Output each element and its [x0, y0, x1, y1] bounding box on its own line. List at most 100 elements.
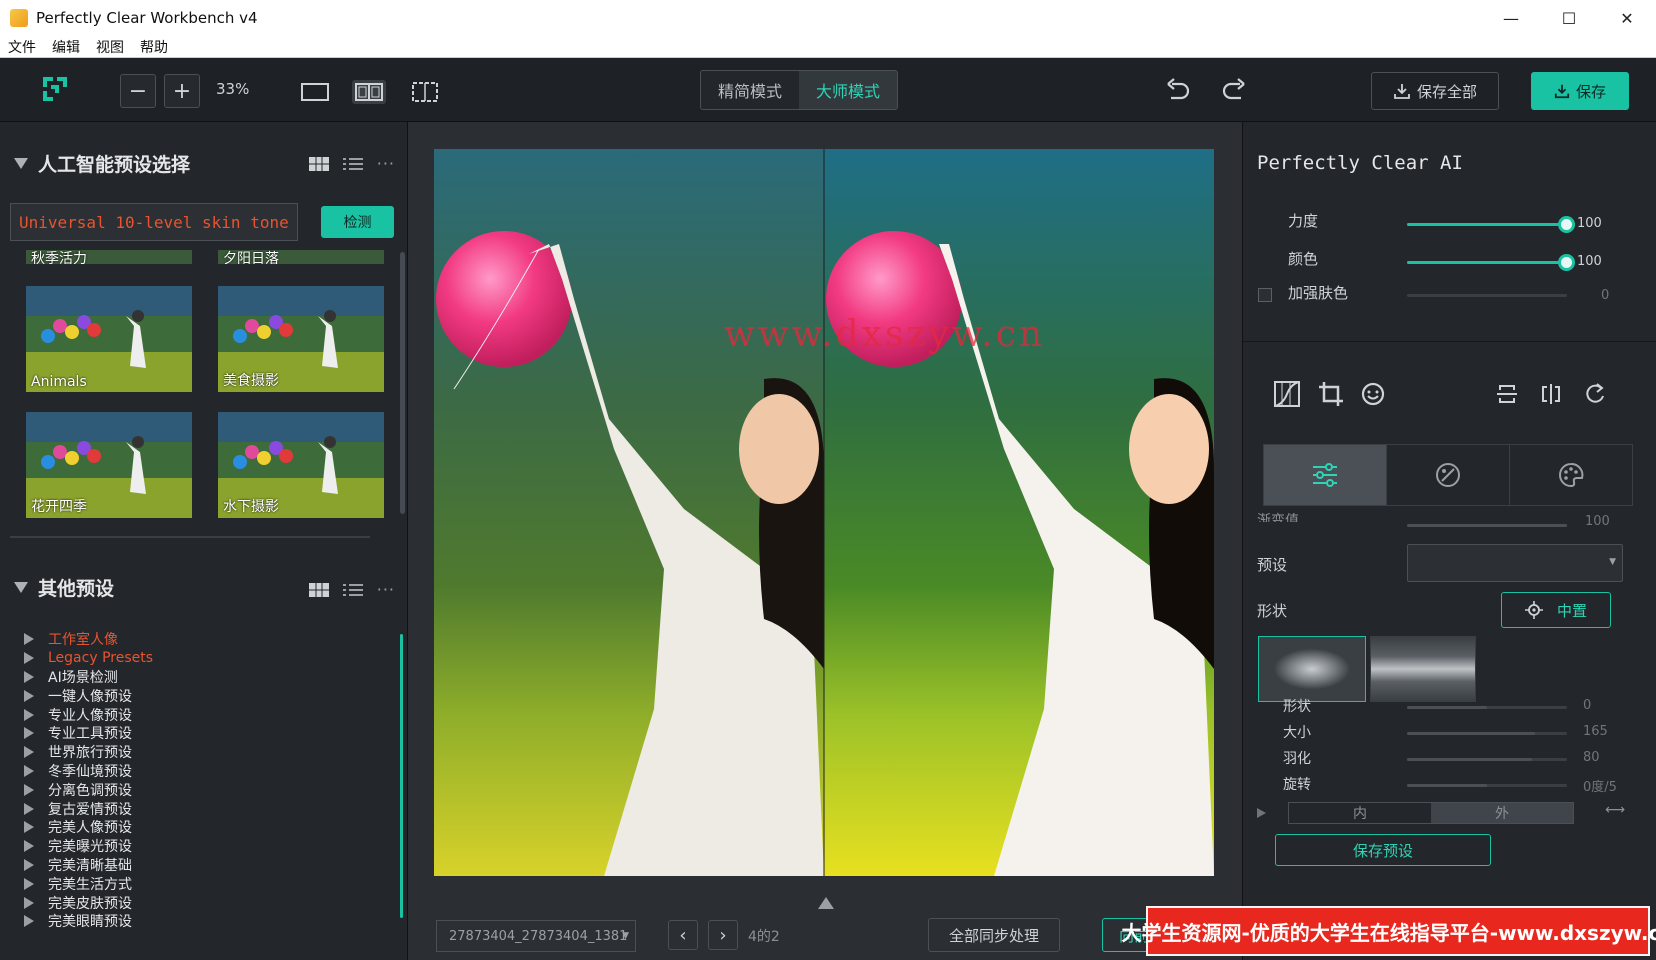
menu-edit[interactable]: 编辑: [44, 37, 88, 57]
expand-triangle-icon[interactable]: [24, 802, 34, 815]
expand-triangle-icon[interactable]: [24, 877, 34, 890]
close-button[interactable]: ✕: [1598, 0, 1656, 36]
preset-list-item[interactable]: 分离色调预设: [24, 780, 384, 799]
expand-triangle-icon[interactable]: [24, 896, 34, 909]
preset-thumbnail-animals[interactable]: Animals: [26, 286, 192, 392]
face-icon[interactable]: [1359, 380, 1387, 408]
expand-triangle-icon[interactable]: [24, 783, 34, 796]
expand-triangle-icon[interactable]: [24, 840, 34, 853]
collapse-filmstrip-icon[interactable]: [818, 897, 834, 909]
curves-icon[interactable]: [1273, 380, 1301, 408]
expand-triangle-icon[interactable]: [24, 858, 34, 871]
simple-mode-button[interactable]: 精简模式: [701, 71, 799, 109]
preset-thumbnail-underwater[interactable]: 水下摄影: [218, 412, 384, 518]
zoom-in-button[interactable]: +: [164, 74, 200, 108]
rotate-icon[interactable]: [1581, 380, 1609, 408]
linear-shape-option[interactable]: [1370, 636, 1476, 702]
preset-list-item[interactable]: 专业人像预设: [24, 705, 384, 724]
collapse-triangle-icon[interactable]: [14, 582, 28, 593]
center-button[interactable]: 中置: [1501, 592, 1611, 628]
expand-triangle-icon[interactable]: [1257, 808, 1266, 818]
master-mode-button[interactable]: 大师模式: [799, 71, 897, 109]
shape-slider[interactable]: [1407, 732, 1567, 735]
preset-thumbnail-food[interactable]: 美食摄影: [218, 286, 384, 392]
preset-thumbnail[interactable]: 夕阳日落: [218, 250, 384, 264]
preset-list-item[interactable]: 一键人像预设: [24, 686, 384, 705]
crop-view-icon[interactable]: [408, 80, 442, 104]
preset-list-item[interactable]: 完美人像预设: [24, 818, 384, 837]
expand-triangle-icon[interactable]: [24, 915, 34, 928]
expand-triangle-icon[interactable]: [24, 764, 34, 777]
other-preset-section-header[interactable]: 其他预设: [14, 574, 114, 601]
tab-adjust[interactable]: [1264, 445, 1387, 505]
tab-palette[interactable]: [1510, 445, 1632, 505]
list-view-icon[interactable]: [342, 583, 363, 597]
detect-button[interactable]: 检测: [321, 206, 394, 238]
preset-thumbnail-seasons[interactable]: 花开四季: [26, 412, 192, 518]
save-all-button[interactable]: 保存全部: [1371, 72, 1499, 110]
save-preset-button[interactable]: 保存预设: [1275, 834, 1491, 866]
undo-icon[interactable]: [1164, 78, 1192, 104]
swap-icon[interactable]: ⟷: [1605, 802, 1625, 818]
collapse-triangle-icon[interactable]: [14, 158, 28, 169]
preset-list-scrollbar[interactable]: [400, 634, 403, 918]
preset-search-input[interactable]: Universal 10-level skin tone: [10, 203, 298, 241]
menu-help[interactable]: 帮助: [132, 37, 176, 57]
preset-list-item[interactable]: 冬季仙境预设: [24, 762, 384, 781]
preset-list-item[interactable]: 完美眼睛预设: [24, 912, 384, 931]
next-image-nav-button[interactable]: ›: [708, 920, 738, 950]
flip-horizontal-icon[interactable]: [1537, 380, 1565, 408]
strength-slider[interactable]: [1407, 216, 1575, 233]
color-knob[interactable]: [1558, 254, 1575, 271]
preset-list-item[interactable]: AI场景检测: [24, 668, 384, 687]
shape-slider[interactable]: [1407, 784, 1567, 787]
skin-slider[interactable]: [1407, 294, 1567, 297]
expand-triangle-icon[interactable]: [24, 746, 34, 759]
expand-triangle-icon[interactable]: [24, 727, 34, 740]
expand-triangle-icon[interactable]: [24, 708, 34, 721]
preset-thumbnail[interactable]: 秋季活力: [26, 250, 192, 264]
thumbnails-scrollbar[interactable]: [400, 252, 405, 514]
grid-view-icon[interactable]: [308, 582, 329, 597]
preset-dropdown[interactable]: ▼: [1407, 544, 1623, 582]
sync-all-button[interactable]: 全部同步处理: [928, 918, 1060, 952]
save-button[interactable]: 保存: [1531, 72, 1629, 110]
preset-list-item[interactable]: Legacy Presets: [24, 649, 384, 668]
shape-slider[interactable]: [1407, 706, 1567, 709]
preset-list-item[interactable]: 完美曝光预设: [24, 837, 384, 856]
flip-vertical-icon[interactable]: [1493, 380, 1521, 408]
expand-triangle-icon[interactable]: [24, 689, 34, 702]
menu-view[interactable]: 视图: [88, 37, 132, 57]
tab-effects[interactable]: [1387, 445, 1510, 505]
preset-list-item[interactable]: 工作室人像: [24, 630, 384, 649]
expand-triangle-icon[interactable]: [24, 670, 34, 683]
radial-shape-option[interactable]: [1258, 636, 1366, 702]
preset-list-item[interactable]: 复古爱情预设: [24, 799, 384, 818]
more-options-icon[interactable]: ···: [377, 580, 395, 599]
preset-list-item[interactable]: 世界旅行预设: [24, 743, 384, 762]
enhance-skin-checkbox[interactable]: [1258, 288, 1272, 302]
expand-triangle-icon[interactable]: [24, 633, 34, 646]
zoom-out-button[interactable]: −: [120, 74, 156, 108]
ai-preset-section-header[interactable]: 人工智能预设选择: [14, 150, 190, 177]
split-view-icon[interactable]: [352, 80, 386, 104]
previous-image-button[interactable]: ‹: [668, 920, 698, 950]
preset-list-item[interactable]: 专业工具预设: [24, 724, 384, 743]
before-after-photo[interactable]: www.dxszyw.cn: [434, 149, 1214, 876]
inner-option[interactable]: 内: [1289, 803, 1431, 823]
file-select[interactable]: 27873404_27873404_1381 ▼: [436, 920, 636, 952]
expand-triangle-icon[interactable]: [24, 821, 34, 834]
gradient-slider[interactable]: [1407, 524, 1567, 527]
preset-list-item[interactable]: 完美清晰基础: [24, 856, 384, 875]
color-slider[interactable]: [1407, 254, 1575, 271]
more-options-icon[interactable]: ···: [377, 154, 395, 173]
perfectly-clear-logo-icon[interactable]: [40, 74, 70, 104]
redo-icon[interactable]: [1220, 78, 1248, 104]
minimize-button[interactable]: —: [1482, 0, 1540, 36]
preset-list-item[interactable]: 完美生活方式: [24, 874, 384, 893]
single-view-icon[interactable]: [298, 80, 332, 104]
maximize-button[interactable]: ☐: [1540, 0, 1598, 36]
shape-slider[interactable]: [1407, 758, 1567, 761]
preset-list-item[interactable]: 完美皮肤预设: [24, 893, 384, 912]
outer-option[interactable]: 外: [1431, 803, 1573, 823]
